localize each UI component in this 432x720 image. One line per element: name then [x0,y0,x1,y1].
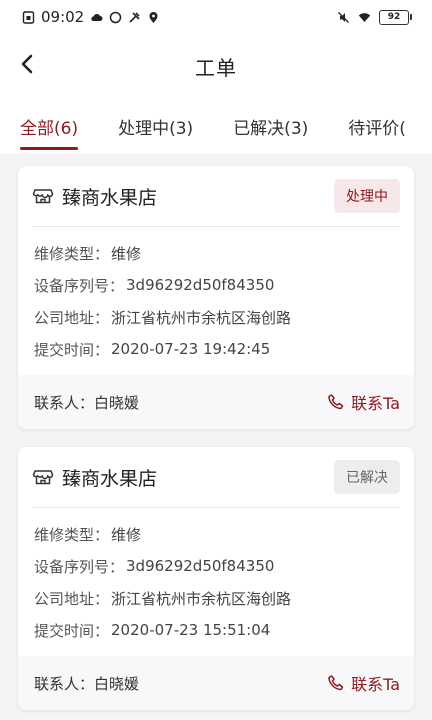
repair-type-row: 维修类型： 维修 [34,244,142,263]
phone-icon [328,675,344,691]
contact-button[interactable]: 联系Ta [327,390,400,414]
tab-to-review[interactable]: 待评价( [348,98,406,154]
contact-label: 联系人： [34,393,95,412]
location-icon [149,11,158,23]
submit-time-row: 提交时间： 2020-07-23 19:42:45 [34,340,271,359]
card-footer: 联系人： 白晓媛 联系Ta [18,375,414,429]
serial-row: 设备序列号： 3d96292d50f84350 [34,276,275,295]
work-order-list: 臻商水果店 处理中 维修类型： 维修 设备序列号： 3d96292d50f84350… [0,154,432,720]
contact-name: 白晓媛 [94,393,140,412]
tab-all[interactable]: 全部(6) [20,98,79,154]
mute-icon [338,11,349,23]
phone-icon [328,394,344,410]
serial-row: 设备序列号： 3d96292d50f84350 [34,557,275,576]
shop-name: 臻商水果店 [62,186,158,209]
status-bar: 09:02 92 [0,0,432,34]
tab-solved[interactable]: 已解决(3) [233,98,308,154]
contact-label: 联系人： [34,674,95,693]
circle-icon [109,11,122,23]
work-order-card[interactable]: 臻商水果店 已解决 维修类型： 维修 设备序列号： 3d96292d50f84350… [18,447,414,710]
chevron-left-icon[interactable] [14,50,42,78]
tools-icon [129,11,140,23]
battery-level: 92 [387,12,401,22]
wifi-icon [358,12,371,22]
shop-icon [32,470,54,485]
tab-processing[interactable]: 处理中(3) [118,98,193,154]
filter-tabs: 全部(6) 处理中(3) 已解决(3) 待评价( [0,98,432,154]
work-order-card[interactable]: 臻商水果店 处理中 维修类型： 维修 设备序列号： 3d96292d50f84350… [18,166,414,429]
status-badge: 处理中 [334,179,400,213]
app-header: 工单 [0,34,432,98]
status-badge: 已解决 [334,460,400,494]
contact-name: 白晓媛 [94,674,140,693]
address-row: 公司地址： 浙江省杭州市余杭区海创路 [34,589,292,608]
page-title: 工单 [195,55,237,80]
submit-time-row: 提交时间： 2020-07-23 15:51:04 [34,621,271,640]
sim-icon [22,10,35,24]
contact-button[interactable]: 联系Ta [327,671,400,695]
shop-name: 臻商水果店 [62,467,158,490]
status-time: 09:02 [41,8,85,26]
shop-icon [32,189,54,204]
card-footer: 联系人： 白晓媛 联系Ta [18,656,414,710]
battery-indicator: 92 [379,9,412,25]
cloud-icon [91,13,103,21]
repair-type-row: 维修类型： 维修 [34,525,142,544]
address-row: 公司地址： 浙江省杭州市余杭区海创路 [34,308,292,327]
